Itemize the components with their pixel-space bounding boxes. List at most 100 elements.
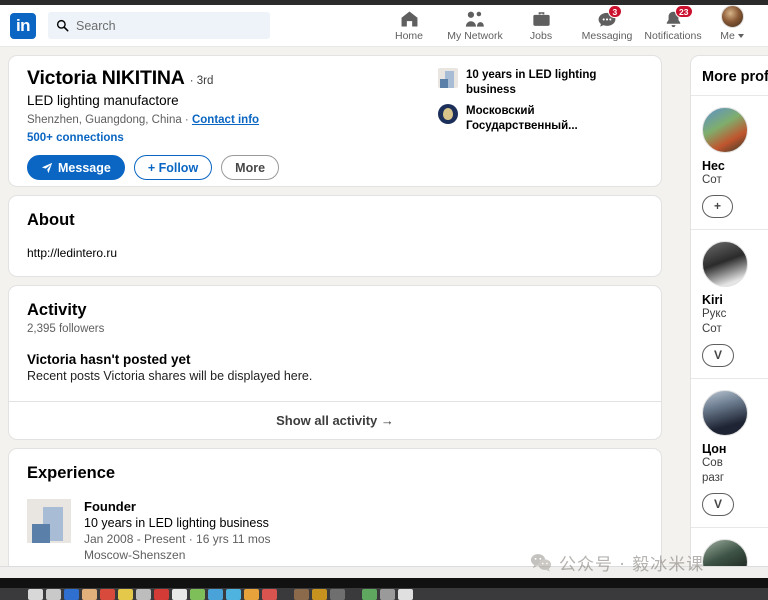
list-item[interactable]: Цон Сов разг V — [691, 377, 768, 527]
affiliation-university[interactable]: Московский Государственный... — [438, 104, 643, 133]
search-icon — [56, 19, 69, 32]
suggested-sub2: Сот — [702, 322, 722, 335]
dock-icon[interactable] — [190, 589, 205, 600]
suggested-sub1: Сот — [702, 174, 722, 186]
dock-icon[interactable] — [82, 589, 97, 600]
dock-icon[interactable] — [294, 589, 309, 600]
affiliation-company[interactable]: 10 years in LED lighting business — [438, 68, 643, 97]
activity-title: Activity — [27, 301, 87, 319]
nav-item-jobs[interactable]: Jobs — [508, 6, 574, 46]
nav-label-jobs: Jobs — [529, 30, 553, 42]
dock-icon[interactable] — [226, 589, 241, 600]
dock-icon[interactable] — [118, 589, 133, 600]
nav-item-notifications[interactable]: 23 Notifications — [640, 5, 706, 46]
activity-empty-desc: Recent posts Victoria shares will be dis… — [27, 369, 313, 383]
dock-icon[interactable] — [154, 589, 169, 600]
main-column: Victoria NIKITINA · 3rd LED lighting man… — [8, 55, 662, 600]
dock-icon[interactable] — [46, 589, 61, 600]
nav-label-me: Me — [720, 30, 744, 42]
suggested-name: Нес — [702, 159, 725, 173]
dock-icon[interactable] — [136, 589, 151, 600]
dock-icon[interactable] — [172, 589, 187, 600]
nav-item-home[interactable]: Home — [376, 6, 442, 46]
browser-bottom-edge — [0, 566, 768, 578]
experience-role: Founder — [84, 499, 136, 514]
dock-icon[interactable] — [362, 589, 377, 600]
activity-empty-heading: Victoria hasn't posted yet — [27, 352, 191, 367]
view-button[interactable]: V — [702, 492, 735, 516]
profile-location: Shenzhen, Guangdong, China · Contact inf… — [27, 114, 438, 126]
avatar — [702, 240, 748, 287]
list-item[interactable]: Нес Сот + — [691, 95, 768, 229]
search-input[interactable] — [76, 18, 262, 33]
briefcase-icon — [532, 9, 551, 28]
macos-dock — [0, 588, 768, 600]
profile-headline: LED lighting manufactore — [27, 93, 179, 108]
suggested-sub1: Сов — [702, 456, 723, 469]
search-box[interactable] — [48, 12, 270, 39]
profile-actions: Message + Follow More — [27, 155, 438, 180]
university-logo-icon — [438, 104, 458, 125]
nav-label-home: Home — [394, 30, 423, 42]
followers-count: 2,395 followers — [27, 323, 105, 335]
message-button-label: Message — [58, 160, 111, 175]
dock-icon[interactable] — [312, 589, 327, 600]
connection-degree: · 3rd — [189, 75, 214, 87]
experience-location: Moscow-Shenszen — [84, 548, 186, 562]
screen: in Home — [0, 0, 768, 600]
chevron-down-icon — [737, 34, 744, 38]
view-button[interactable]: V — [702, 343, 735, 367]
experience-details: Founder 10 years in LED lighting busines… — [84, 499, 271, 562]
me-text: Me — [720, 30, 735, 42]
affiliation-university-label: Московский Государственный... — [466, 105, 578, 133]
message-button[interactable]: Message — [27, 155, 125, 180]
dock-icon[interactable] — [330, 589, 345, 600]
send-icon — [41, 162, 53, 173]
avatar — [702, 107, 748, 153]
messaging-icon: 3 — [597, 5, 622, 28]
dock-icon[interactable] — [380, 589, 395, 600]
nav-label-notifications: Notifications — [644, 30, 702, 42]
experience-company-logo-icon — [27, 499, 71, 543]
suggested-name: Цон — [702, 441, 727, 456]
dock-icon[interactable] — [100, 589, 115, 600]
avatar — [702, 389, 748, 436]
nav-item-my-network[interactable]: My Network — [442, 6, 508, 46]
about-card: About http://ledintero.ru — [8, 195, 662, 277]
nav-item-messaging[interactable]: 3 Messaging — [574, 5, 640, 46]
more-button[interactable]: More — [221, 155, 280, 180]
experience-title: Experience — [27, 464, 116, 482]
messaging-badge: 3 — [608, 5, 622, 18]
desktop-background — [0, 578, 768, 588]
dock-icon[interactable] — [244, 589, 259, 600]
connections-count[interactable]: 500+ connections — [27, 132, 438, 144]
experience-company: 10 years in LED lighting business — [84, 516, 269, 530]
dock-icon[interactable] — [208, 589, 223, 600]
page-title: Victoria NIKITINA — [27, 67, 185, 89]
activity-card: Activity 2,395 followers Victoria hasn't… — [8, 285, 662, 440]
page-body: Victoria NIKITINA · 3rd LED lighting man… — [0, 47, 768, 600]
show-all-activity-link[interactable]: Show all activity → — [9, 401, 661, 439]
more-profiles-card: More profil Нес Сот + Kiri Рукс Сот V Ц — [690, 55, 768, 600]
suggested-name: Kiri — [702, 292, 723, 307]
nav-label-messaging: Messaging — [581, 30, 633, 42]
nav-item-me[interactable]: Me — [706, 5, 758, 46]
global-navbar: in Home — [0, 5, 768, 47]
list-item[interactable]: Kiri Рукс Сот V — [691, 228, 768, 378]
linkedin-logo-icon[interactable]: in — [10, 12, 36, 39]
experience-dates: Jan 2008 - Present · 16 yrs 11 mos — [84, 532, 271, 546]
dock-icon[interactable] — [64, 589, 79, 600]
home-icon — [400, 9, 419, 28]
suggested-sub2: разг — [702, 471, 725, 484]
dock-icon[interactable] — [262, 589, 277, 600]
connect-button[interactable]: + — [702, 194, 734, 218]
dock-icon[interactable] — [398, 589, 413, 600]
experience-item: Founder 10 years in LED lighting busines… — [27, 499, 643, 562]
follow-button[interactable]: + Follow — [133, 155, 213, 180]
location-text: Shenzhen, Guangdong, China · — [27, 114, 189, 126]
dock-icon[interactable] — [28, 589, 43, 600]
network-icon — [465, 9, 485, 28]
avatar — [720, 5, 744, 28]
experience-card: Experience Founder 10 years in LED light… — [8, 448, 662, 585]
contact-info-link[interactable]: Contact info — [192, 114, 259, 126]
